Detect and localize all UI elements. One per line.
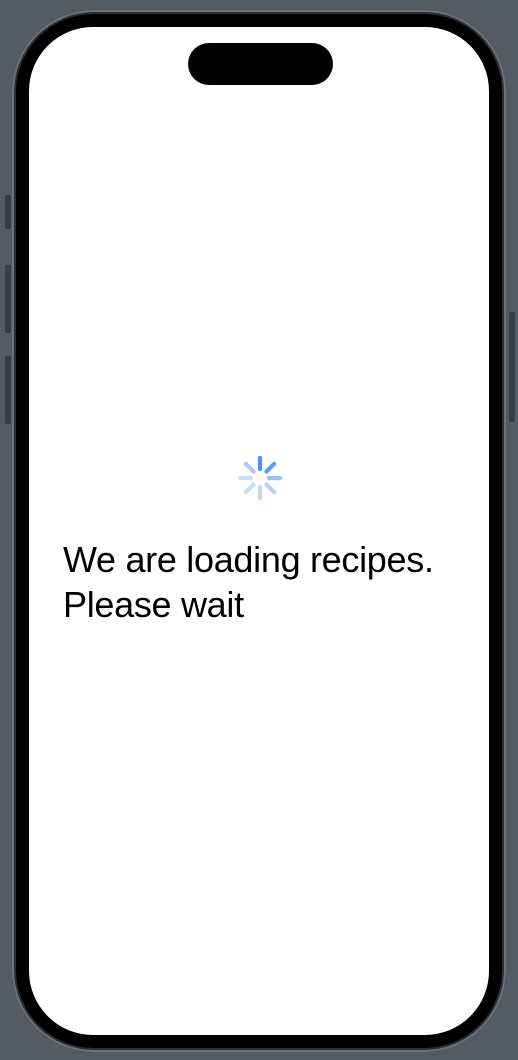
spinner-spoke <box>264 461 277 474</box>
dynamic-island <box>188 43 333 85</box>
loading-message: We are loading recipes. Please wait <box>63 539 434 625</box>
app-screen: We are loading recipes. Please wait <box>29 27 489 1035</box>
activity-spinner-icon <box>237 455 283 501</box>
device-frame: We are loading recipes. Please wait <box>0 0 518 1060</box>
silent-switch <box>5 195 11 229</box>
volume-down-button <box>5 356 11 424</box>
spinner-spoke <box>243 482 256 495</box>
volume-up-button <box>5 265 11 333</box>
spinner-spoke <box>243 461 256 474</box>
spinner-spoke <box>264 482 277 495</box>
power-button <box>509 312 515 422</box>
